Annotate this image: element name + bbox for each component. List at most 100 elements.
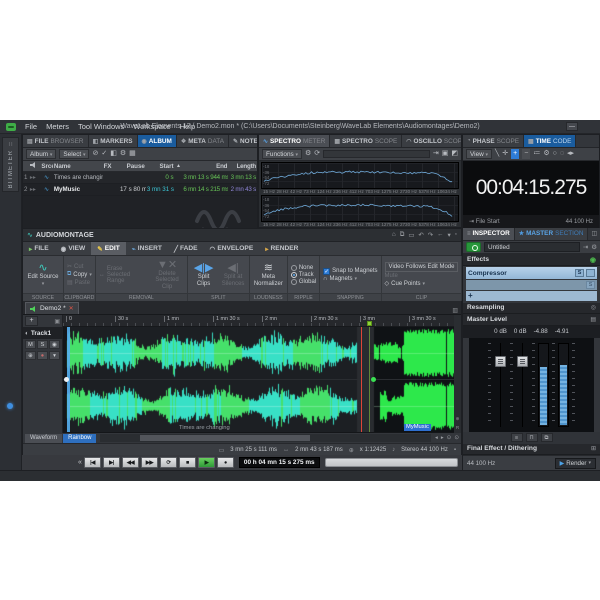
copy-button[interactable]: ⧉Copy▾ <box>67 271 92 278</box>
table-row[interactable]: 1 ▸▸ ∿ Times are changing 0 s 3 mn 13 s … <box>23 172 257 184</box>
selection-length-value[interactable]: 2 mn 43 s 187 ms <box>295 447 343 453</box>
eye-icon[interactable]: ◉ <box>590 256 596 264</box>
album-menu-button[interactable]: Album ▾ <box>26 149 56 159</box>
folder-icon[interactable]: ▭ <box>408 231 414 239</box>
erase-selected-range-button[interactable]: ↔Erase Selected Range <box>99 266 146 284</box>
menu-file[interactable]: File <box>25 122 37 131</box>
select-menu-button[interactable]: Select ▾ <box>59 149 89 159</box>
zoom-level-value[interactable]: x 1:12425 <box>360 447 386 453</box>
document-tab-demo2[interactable]: Demo2 * ✕ <box>25 302 79 314</box>
tab-markers[interactable]: ◧MARKERS <box>89 135 138 147</box>
list-icon[interactable]: ≔ <box>533 149 540 159</box>
tab-timecode[interactable]: ▦TIMECODE <box>524 135 576 147</box>
tab-spectroscope[interactable]: ▦SPECTROSCOPE <box>330 135 402 147</box>
final-effect-header[interactable]: Final Effect / Dithering⊞ <box>463 444 600 456</box>
ribbon-tab-render[interactable]: ▸RENDER <box>259 242 304 255</box>
undo-icon[interactable]: ↶ <box>418 231 423 239</box>
master-level-header[interactable]: Master Level▤ <box>463 314 600 326</box>
freeze-icon[interactable]: ⇥ <box>433 149 439 159</box>
home-icon[interactable]: ⌂ <box>392 231 396 239</box>
timeline-hscrollbar[interactable] <box>100 434 431 442</box>
view-button[interactable]: View ▾ <box>466 149 492 159</box>
stop-button[interactable]: ■ <box>179 457 196 468</box>
edit-cursor[interactable] <box>361 327 362 432</box>
paste-button[interactable]: ▤Paste <box>67 279 92 286</box>
go-to-start-button[interactable]: |◀ <box>84 457 101 468</box>
tab-waveform[interactable]: Waveform <box>25 434 62 443</box>
bitmeter-rail-tab[interactable]: ∷ BITMETER <box>2 137 19 192</box>
preset-name-field[interactable]: Untitled <box>484 242 580 252</box>
audio-format-value[interactable]: Stereo 44 100 Hz <box>401 447 448 453</box>
refresh-icon[interactable]: ⟳ <box>314 149 320 159</box>
effect-slot-compressor[interactable]: Compressor S <box>466 267 597 279</box>
split-at-silences-button[interactable]: ◀|Split at Silences <box>220 262 246 287</box>
link-faders-icon[interactable]: ≡ <box>511 433 523 442</box>
cursor-position-value[interactable]: 3 mn 25 s 111 ms <box>230 447 277 453</box>
zoom-out-icon[interactable]: − <box>522 149 530 159</box>
tab-metadata[interactable]: ❖METADATA <box>177 135 229 147</box>
master-fader-right[interactable] <box>516 343 529 427</box>
output-routing-button[interactable]: ▾ <box>49 351 60 360</box>
ribbon-tab-file[interactable]: ▸FILE <box>23 242 55 255</box>
meta-normalizer-button[interactable]: ≋Meta Normalizer <box>253 262 284 287</box>
gear-icon[interactable]: ⚙ <box>591 243 597 251</box>
ribbon-tab-insert[interactable]: ⌁INSERT <box>126 242 168 255</box>
ratio-icon[interactable]: R <box>456 425 459 430</box>
waveform-lanes[interactable]: Times are changing MyMusic <box>63 327 454 433</box>
effects-header[interactable]: Effects◉ <box>463 254 600 266</box>
ripple-none-option[interactable]: None <box>291 265 316 271</box>
target-icon[interactable]: ✛ <box>502 149 508 159</box>
waveform-left-channel[interactable] <box>63 327 456 379</box>
gear-icon[interactable]: ⚙ <box>543 149 549 159</box>
collapsed-panel-indicator[interactable] <box>7 403 13 409</box>
marker-icon[interactable] <box>367 321 372 326</box>
snapshot-icon[interactable]: ▣ <box>442 149 449 159</box>
redo-icon[interactable]: ↷ <box>428 231 433 239</box>
tab-spectrometer[interactable]: ∿SPECTROMETER <box>259 135 330 147</box>
ribbon-tab-edit[interactable]: ✎EDIT <box>91 242 126 255</box>
exclude-icon[interactable]: ⊘ <box>92 149 98 159</box>
cue-points-dropdown[interactable]: ◇Cue Points▾ <box>385 280 459 287</box>
tab-notes[interactable]: ✎NOTES <box>229 135 257 147</box>
rewind-button[interactable]: ◀◀ <box>122 457 139 468</box>
effect-slot-empty[interactable]: S <box>466 280 597 290</box>
video-follows-edit-mode-button[interactable]: Video Follows Edit Mode <box>385 262 459 272</box>
add-track-button[interactable]: + <box>25 316 38 326</box>
dropdown-icon[interactable]: ▾ <box>448 231 451 239</box>
menu-help[interactable]: Help <box>180 122 195 131</box>
dotted-circle-icon[interactable]: ◌ <box>560 149 564 159</box>
monitor-icon[interactable]: ◉ <box>49 340 60 349</box>
tab-album[interactable]: ◉ALBUM <box>138 135 177 147</box>
markers-icon[interactable]: ◂▸ <box>567 149 574 159</box>
mute-button[interactable]: Mute <box>385 273 459 279</box>
clip2-fade-handle[interactable] <box>371 377 376 382</box>
bypass-effect-button[interactable] <box>586 269 595 277</box>
record-arm-button[interactable]: ● <box>37 351 48 360</box>
graph-style-icon[interactable]: ◩ <box>451 149 458 159</box>
tab-list-icon[interactable]: ▥ <box>452 307 458 314</box>
play-button[interactable]: ▶ <box>198 457 215 468</box>
go-to-end-button[interactable]: ▶| <box>103 457 120 468</box>
gear-icon[interactable]: ⚙ <box>305 149 311 159</box>
zoom-in-icon[interactable]: + <box>511 149 519 159</box>
check-icon[interactable]: ✓ <box>101 149 107 159</box>
pen-icon[interactable]: ╲ <box>495 149 499 159</box>
transport-collapse-icon[interactable]: « <box>78 459 82 466</box>
duplicate-icon[interactable]: ⧉ <box>400 231 405 239</box>
tab-inspector[interactable]: ≡INSPECTOR <box>463 228 515 240</box>
render-button[interactable]: ▶ Render ▾ <box>555 458 596 469</box>
scroll-right-icon[interactable]: ▸ <box>441 435 444 441</box>
circle-icon[interactable]: ○ <box>553 149 557 159</box>
table-row[interactable]: 2 ▸▸ ∿ MyMusic 17 s 80 ms 3 mn 31 s 28 m… <box>23 184 257 196</box>
record-button[interactable]: ● <box>217 457 234 468</box>
grid-icon[interactable]: ▦ <box>129 149 136 159</box>
tab-phasescope[interactable]: ◔PHASESCOPE <box>463 135 524 147</box>
ribbon-tab-envelope[interactable]: ◠ENVELOPE <box>204 242 260 255</box>
forward-button[interactable]: ▶▶ <box>141 457 158 468</box>
ripple-global-option[interactable]: Global <box>291 279 316 285</box>
snap-to-magnets-checkbox[interactable]: ✓Snap to Magnets <box>323 268 377 275</box>
scroll-left-icon[interactable]: ◂ <box>435 435 438 441</box>
marker-pair-icon[interactable]: ◧ <box>110 149 117 159</box>
close-icon[interactable]: ✕ <box>69 305 74 312</box>
solo-track-button[interactable]: S <box>37 340 48 349</box>
